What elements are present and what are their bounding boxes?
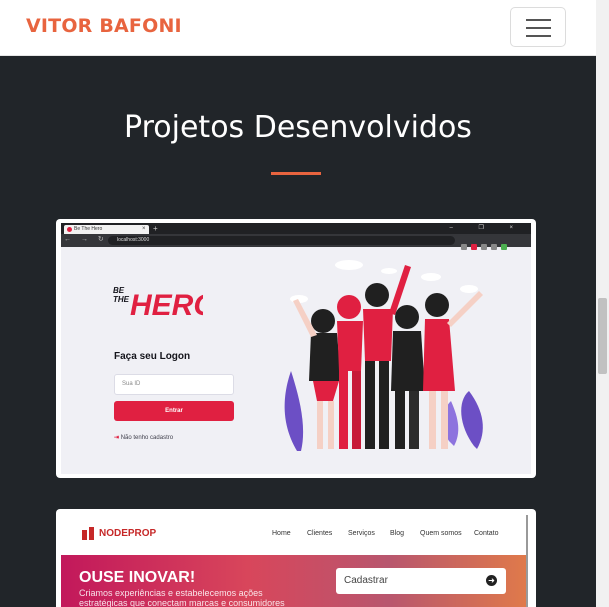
svg-text:HERO: HERO	[130, 289, 203, 321]
nodeprop-menu-quem-somos: Quem somos	[420, 530, 462, 537]
project-screenshot: NODEPROP Home Clientes Serviços Blog Que…	[61, 515, 528, 607]
arrow-right-icon: ➜	[486, 575, 497, 586]
svg-text:THE: THE	[113, 295, 130, 304]
address-bar: localhost:3000	[108, 236, 455, 245]
signup-box: Cadastrar ➜	[336, 568, 506, 594]
project-card-nodeprop[interactable]: NODEPROP Home Clientes Serviços Blog Que…	[56, 509, 536, 607]
browser-tab-bar: Be The Hero × + – ❐ ×	[61, 223, 531, 234]
browser-tab: Be The Hero ×	[64, 225, 149, 234]
banner-text: Criamos experiências e estabelecemos açõ…	[79, 588, 285, 607]
plus-icon: +	[153, 224, 158, 233]
extension-icons	[461, 237, 525, 250]
enter-button: Entrar	[114, 401, 234, 421]
nodeprop-banner: OUSE INOVAR! Criamos experiências e esta…	[61, 555, 528, 607]
nodeprop-menu-home: Home	[272, 530, 291, 537]
nodeprop-logo: NODEPROP	[99, 528, 157, 539]
section-title: Projetos Desenvolvidos	[124, 110, 472, 145]
window-controls-icon: – ❐ ×	[449, 225, 525, 231]
favicon-icon	[67, 227, 72, 232]
id-input: Sua ID	[114, 374, 234, 395]
project-card-be-the-hero[interactable]: Be The Hero × + – ❐ × ← → ↻ ⌂ localhost:…	[56, 219, 536, 478]
banner-title: OUSE INOVAR!	[79, 569, 196, 586]
be-the-hero-logo: BE THE HERO	[113, 286, 203, 321]
title-divider	[271, 172, 321, 175]
browser-tab-title: Be The Hero	[74, 226, 103, 232]
close-icon: ×	[142, 226, 146, 232]
browser-toolbar: ← → ↻ ⌂ localhost:3000	[61, 234, 531, 250]
nodeprop-menu-clientes: Clientes	[307, 530, 333, 537]
svg-text:BE: BE	[113, 286, 125, 295]
building-icon	[82, 527, 94, 540]
navbar: VITOR BAFONI	[0, 0, 596, 56]
project-screenshot: Be The Hero × + – ❐ × ← → ↻ ⌂ localhost:…	[61, 223, 531, 474]
nodeprop-menu-blog: Blog	[390, 530, 405, 537]
signup-label: Cadastrar	[344, 575, 388, 586]
nodeprop-menu-servicos: Serviços	[348, 530, 375, 537]
nodeprop-menu-contato: Contato	[474, 530, 499, 537]
heroes-illustration	[284, 260, 483, 451]
login-arrow-icon: ⇥	[114, 435, 120, 441]
login-title: Faça seu Logon	[114, 351, 191, 362]
hamburger-icon	[526, 19, 551, 21]
page-scrollbar-thumb[interactable]	[598, 298, 607, 374]
register-link: ⇥ Não tenho cadastro	[114, 435, 174, 441]
menu-toggle-button[interactable]	[510, 7, 566, 47]
screenshot-scrollbar	[526, 515, 528, 607]
brand-link[interactable]: VITOR BAFONI	[26, 15, 182, 37]
